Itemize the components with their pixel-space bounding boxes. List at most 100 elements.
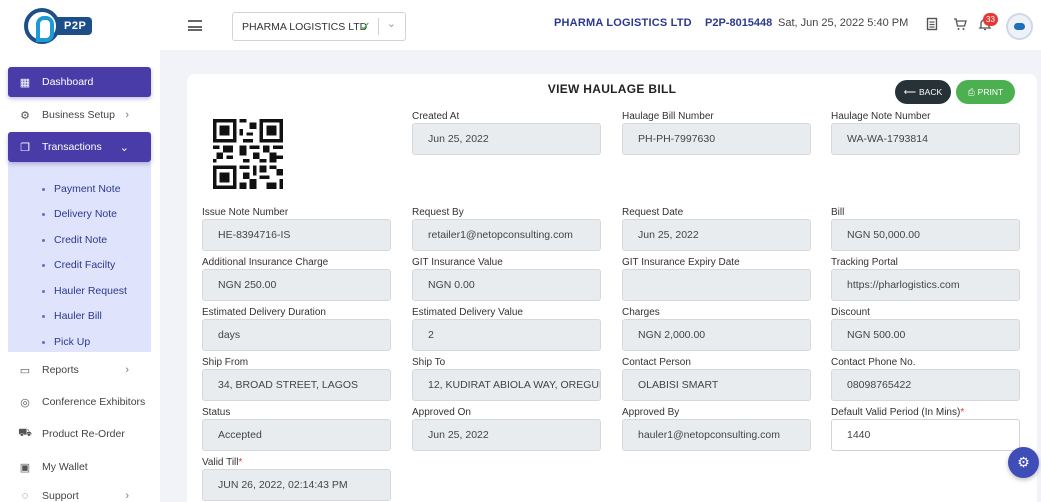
- git-insurance-value-field: NGN 0.00: [412, 269, 601, 301]
- top-header: P2P PHARMA LOGISTICS LTD ✓ ⌄ PHARMA LOGI…: [0, 0, 1041, 50]
- arrow-left-icon: ⟵: [903, 86, 917, 97]
- wallet-icon: ▣: [19, 461, 31, 474]
- submenu-item-hauler-request[interactable]: Hauler Request: [8, 280, 151, 302]
- haulage-note-number-label: Haulage Note Number: [831, 111, 931, 122]
- print-button-label: PRINT: [977, 87, 1004, 97]
- organization-select-value: PHARMA LOGISTICS LTD: [242, 20, 368, 33]
- estimated-delivery-value-field: 2: [412, 319, 601, 351]
- estimated-delivery-duration-label: Estimated Delivery Duration: [202, 307, 326, 318]
- bill-label: Bill: [831, 207, 845, 218]
- tracking-portal-field: https://pharlogistics.com: [831, 269, 1020, 301]
- contact-phone-label: Contact Phone No.: [831, 357, 916, 368]
- estimated-delivery-value-label: Estimated Delivery Value: [412, 307, 523, 318]
- sidebar-item-label: Product Re-Order: [42, 428, 125, 440]
- approved-on-field: Jun 25, 2022: [412, 419, 601, 451]
- valid-till-field: JUN 26, 2022, 02:14:43 PM: [202, 469, 391, 501]
- sidebar: Payment Note Delivery Note Credit Note C…: [0, 50, 160, 502]
- valid-till-label: Valid Till*: [202, 457, 242, 468]
- header-org-name: PHARMA LOGISTICS LTD: [554, 17, 692, 29]
- sidebar-item-dashboard[interactable]: ▦ Dashboard: [8, 67, 151, 97]
- request-by-label: Request By: [412, 207, 464, 218]
- submenu-item-hauler-bill[interactable]: Hauler Bill: [8, 305, 151, 327]
- chevron-down-icon[interactable]: ⌄: [387, 17, 396, 30]
- sidebar-item-label: Conference Exhibitors: [42, 396, 146, 408]
- default-valid-period-input[interactable]: 1440: [831, 419, 1020, 451]
- user-avatar[interactable]: [1006, 13, 1033, 40]
- header-account-code: P2P-8015448: [705, 17, 773, 29]
- charges-field: NGN 2,000.00: [622, 319, 811, 351]
- grid-icon: ▦: [19, 76, 31, 89]
- sidebar-item-conference-exhibitors[interactable]: ◎ Conference Exhibitors: [8, 387, 151, 417]
- printer-icon: ⎙: [967, 86, 975, 97]
- sidebar-item-support[interactable]: ◌ Support ›: [8, 484, 151, 502]
- sidebar-item-label: Reports: [42, 364, 79, 376]
- transactions-submenu: Payment Note Delivery Note Credit Note C…: [8, 162, 151, 352]
- request-by-field: retailer1@netopconsulting.com: [412, 219, 601, 251]
- default-valid-period-label-text: Default Valid Period (In Mins): [831, 407, 961, 418]
- logo-mark-icon: [24, 8, 60, 44]
- app-logo[interactable]: P2P: [24, 8, 93, 44]
- menu-toggle-icon[interactable]: [188, 20, 202, 31]
- check-icon: ✓: [360, 19, 371, 34]
- estimated-delivery-duration-field: days: [202, 319, 391, 351]
- sidebar-item-label: Business Setup: [42, 109, 115, 121]
- header-datetime: Sat, Jun 25, 2022 5:40 PM: [778, 17, 909, 29]
- additional-insurance-charge-field: NGN 250.00: [202, 269, 391, 301]
- sidebar-item-reports[interactable]: ▭ Reports ›: [8, 355, 151, 385]
- submenu-item-pick-up[interactable]: Pick Up: [8, 331, 151, 353]
- contact-person-label: Contact Person: [622, 357, 691, 368]
- back-button[interactable]: ⟵ BACK: [895, 80, 951, 104]
- contact-person-field: OLABISI SMART: [622, 369, 811, 401]
- haulage-bill-number-label: Haulage Bill Number: [622, 111, 714, 122]
- select-divider: [378, 18, 379, 35]
- sidebar-item-label: Transactions: [42, 141, 102, 153]
- discount-field: NGN 500.00: [831, 319, 1020, 351]
- contact-phone-field: 08098765422: [831, 369, 1020, 401]
- copy-icon: ❐: [20, 141, 30, 154]
- chevron-down-icon: ⌄: [119, 141, 129, 154]
- approved-by-label: Approved By: [622, 407, 680, 418]
- chevron-right-icon: ›: [125, 364, 129, 376]
- request-date-field: Jun 25, 2022: [622, 219, 811, 251]
- git-insurance-expiry-date-label: GIT Insurance Expiry Date: [622, 257, 740, 268]
- print-button[interactable]: ⎙ PRINT: [956, 80, 1015, 104]
- sidebar-item-my-wallet[interactable]: ▣ My Wallet: [8, 452, 151, 482]
- submenu-item-credit-note[interactable]: Credit Note: [8, 229, 151, 251]
- submenu-item-payment-note[interactable]: Payment Note: [8, 178, 151, 200]
- required-marker: *: [960, 407, 965, 418]
- help-icon: ◌: [21, 490, 29, 502]
- additional-insurance-charge-label: Additional Insurance Charge: [202, 257, 329, 268]
- status-field: Accepted: [202, 419, 391, 451]
- sidebar-item-transactions[interactable]: ❐ Transactions ⌄: [8, 132, 151, 162]
- ship-to-label: Ship To: [412, 357, 446, 368]
- chevron-right-icon: ›: [125, 490, 129, 502]
- haulage-note-number-field: WA-WA-1793814: [831, 123, 1020, 155]
- target-icon: ◎: [20, 396, 30, 409]
- discount-label: Discount: [831, 307, 870, 318]
- receipt-icon[interactable]: [925, 17, 939, 31]
- ship-from-field: 34, BROAD STREET, LAGOS: [202, 369, 391, 401]
- settings-gear-icon[interactable]: ⚙: [1008, 447, 1039, 478]
- organization-select[interactable]: PHARMA LOGISTICS LTD ✓ ⌄: [232, 12, 406, 41]
- default-valid-period-label: Default Valid Period (In Mins)*: [831, 407, 964, 418]
- tracking-portal-label: Tracking Portal: [831, 257, 898, 268]
- issue-note-number-field: HE-8394716-IS: [202, 219, 391, 251]
- valid-till-label-text: Valid Till: [202, 457, 239, 468]
- submenu-item-delivery-note[interactable]: Delivery Note: [8, 203, 151, 225]
- request-date-label: Request Date: [622, 207, 684, 218]
- ship-to-field: 12, KUDIRAT ABIOLA WAY, OREGUN: [412, 369, 601, 401]
- submenu-item-credit-facility[interactable]: Credit Facilty: [8, 254, 151, 276]
- notification-badge: 33: [983, 13, 998, 26]
- created-at-field: Jun 25, 2022: [412, 123, 601, 155]
- sidebar-item-label: My Wallet: [42, 461, 88, 473]
- sidebar-item-label: Dashboard: [42, 76, 94, 88]
- required-marker: *: [238, 457, 243, 468]
- sidebar-item-product-reorder[interactable]: ⛟ Product Re-Order: [8, 419, 151, 449]
- git-insurance-expiry-date-field: [622, 269, 811, 301]
- sidebar-item-business-setup[interactable]: ⚙ Business Setup ›: [8, 100, 151, 130]
- folder-icon: ▭: [19, 364, 31, 377]
- cart-icon[interactable]: [953, 17, 967, 31]
- haulage-bill-card: VIEW HAULAGE BILL ⟵ BACK ⎙ PRINT Created…: [187, 74, 1037, 502]
- bill-field: NGN 50,000.00: [831, 219, 1020, 251]
- chevron-right-icon: ›: [125, 109, 129, 121]
